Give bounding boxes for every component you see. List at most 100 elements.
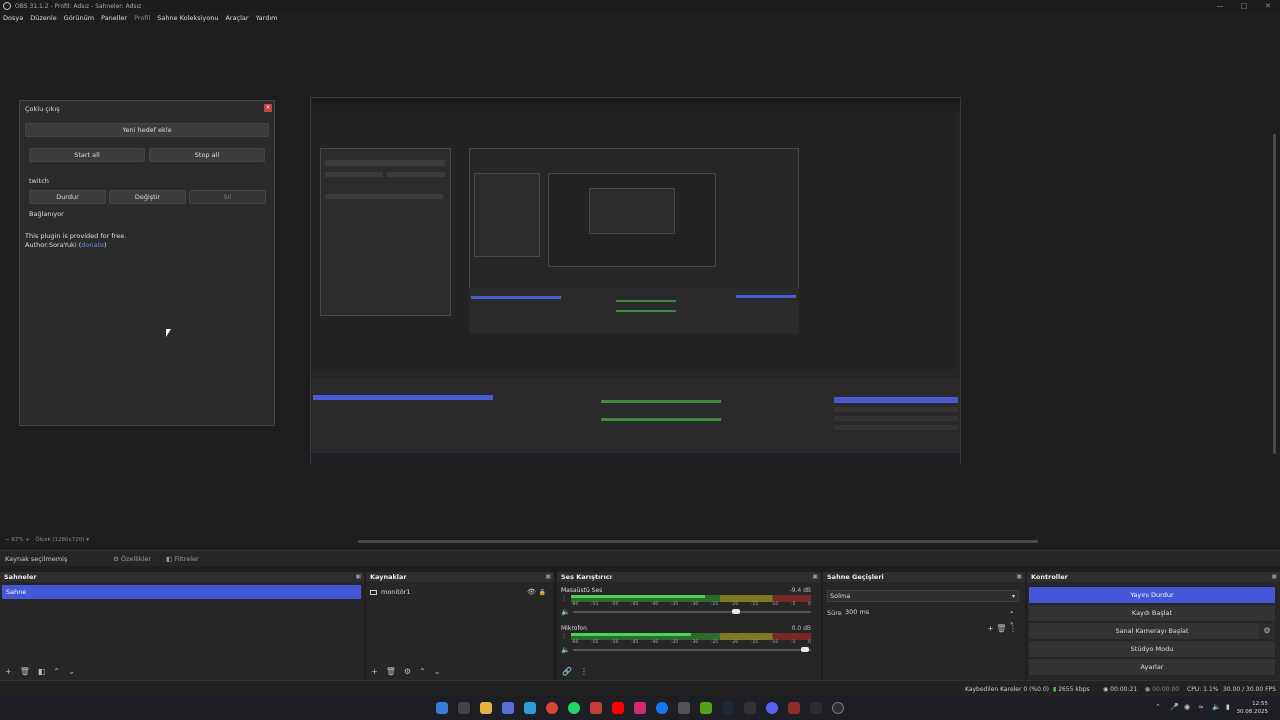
chrome-icon[interactable] — [546, 702, 558, 714]
filter-icon[interactable]: ◧ — [38, 667, 46, 676]
dialog-close-icon[interactable]: ✕ — [264, 104, 272, 112]
steam-icon[interactable] — [722, 702, 734, 714]
instagram-icon[interactable] — [634, 702, 646, 714]
tray-app-icon[interactable]: ◉ — [1184, 703, 1190, 711]
delete-target-button[interactable]: Sil — [189, 190, 266, 204]
app-icon[interactable] — [678, 702, 690, 714]
menu-edit[interactable]: Düzenle — [30, 14, 56, 22]
stop-target-button[interactable]: Durdur — [29, 190, 106, 204]
add-icon[interactable]: + — [371, 667, 378, 676]
meter-tick: -30 — [690, 640, 699, 645]
calculator-icon[interactable] — [744, 702, 756, 714]
scrollbar-thumb[interactable] — [1273, 134, 1276, 454]
studio-mode-button[interactable]: Stüdyo Modu — [1029, 641, 1275, 657]
youtube-icon[interactable] — [612, 702, 624, 714]
source-item[interactable]: monitör1 👁 🔒 — [370, 587, 548, 598]
start-recording-button[interactable]: Kaydı Başlat — [1029, 605, 1275, 621]
stop-all-button[interactable]: Stop all — [149, 148, 265, 162]
undock-icon[interactable]: ▣ — [1016, 572, 1022, 582]
undock-icon[interactable]: ▣ — [812, 572, 818, 582]
duration-input[interactable]: 300 ms ▴ ▾ — [843, 606, 1015, 627]
menu-tools[interactable]: Araçlar — [225, 14, 248, 22]
mic-tray-icon[interactable]: 🎤 — [1170, 703, 1179, 711]
discord-icon[interactable] — [766, 702, 778, 714]
minimize-icon[interactable]: — — [1208, 0, 1232, 12]
move-up-icon[interactable]: ⌃ — [53, 667, 60, 676]
title-bar: OBS 31.1.2 - Profil: Adsız - Sahneler: A… — [0, 0, 1280, 12]
store-icon[interactable] — [502, 702, 514, 714]
virtual-camera-button[interactable]: Sanal Kamerayı Başlat ⚙ — [1029, 623, 1275, 639]
trash-icon[interactable]: 🗑 — [996, 624, 1006, 633]
preview-vertical-scrollbar[interactable] — [1270, 24, 1280, 536]
meter-tick: -5 — [790, 640, 796, 645]
volume-slider[interactable] — [573, 609, 811, 614]
move-down-icon[interactable]: ⌄ — [434, 667, 441, 676]
system-clock[interactable]: 12:55 30.08.2025 — [1237, 700, 1269, 716]
volume-icon[interactable]: 🔈 — [1212, 703, 1221, 711]
add-icon[interactable]: + — [5, 667, 12, 676]
edit-target-button[interactable]: Değiştir — [109, 190, 186, 204]
whatsapp-icon[interactable] — [568, 702, 580, 714]
menu-view[interactable]: Görünüm — [64, 14, 94, 22]
channel-menu-icon[interactable]: ⋮ — [561, 595, 567, 602]
filters-button[interactable]: ◧ Filtreler — [166, 555, 199, 563]
windows-start-icon[interactable] — [436, 702, 448, 714]
undock-icon[interactable]: ▣ — [355, 572, 361, 582]
close-icon[interactable]: ✕ — [1256, 0, 1280, 12]
menu-dots-icon[interactable]: ⋮ — [580, 667, 588, 676]
undock-icon[interactable]: ▣ — [545, 572, 551, 582]
speaker-icon[interactable]: 🔈 — [561, 646, 570, 654]
meter-tick: -55 — [590, 602, 599, 607]
tray-chevron-icon[interactable]: ⌃ — [1155, 703, 1161, 711]
slider-knob[interactable] — [731, 609, 740, 614]
menu-file[interactable]: Dosya — [3, 14, 23, 22]
maximize-icon[interactable]: □ — [1232, 0, 1256, 12]
meter-tick: -35 — [670, 602, 679, 607]
add-target-button[interactable]: Yeni hedef ekle — [25, 123, 269, 137]
stop-streaming-button[interactable]: Yayını Durdur — [1029, 587, 1275, 603]
move-down-icon[interactable]: ⌄ — [68, 667, 75, 676]
kick-icon[interactable] — [700, 702, 712, 714]
menu-dots-icon[interactable]: ⋮ — [1009, 624, 1017, 633]
edge-icon[interactable] — [524, 702, 536, 714]
lock-icon[interactable]: 🔒 — [539, 587, 546, 598]
meter-tick: -25 — [710, 640, 719, 645]
menu-profile[interactable]: Profil — [134, 14, 150, 22]
preview-horizontal-scrollbar[interactable] — [358, 540, 1038, 543]
slider-knob[interactable] — [800, 647, 809, 652]
link-icon[interactable]: 🔗 — [562, 667, 572, 676]
gmail-icon[interactable] — [590, 702, 602, 714]
donate-link[interactable]: donate — [81, 241, 104, 249]
wifi-icon[interactable]: ≈ — [1198, 703, 1204, 711]
trash-icon[interactable]: 🗑 — [20, 667, 30, 676]
menu-docks[interactable]: Paneller — [101, 14, 127, 22]
app-icon-2[interactable] — [788, 702, 800, 714]
add-icon[interactable]: + — [987, 624, 994, 633]
gear-icon[interactable]: ⚙ — [404, 667, 411, 676]
battery-icon[interactable]: ▮ — [1226, 703, 1230, 711]
menu-scene-collection[interactable]: Sahne Koleksiyonu — [157, 14, 218, 22]
audio-mixer-dock: Ses Karıştırıcı ▣ Masaüstü Ses -9.4 dB ⋮ … — [557, 572, 821, 680]
move-up-icon[interactable]: ⌃ — [419, 667, 426, 676]
dialog-title: Çoklu çıkış — [25, 105, 60, 113]
trash-icon[interactable]: 🗑 — [386, 667, 396, 676]
file-explorer-icon[interactable] — [480, 702, 492, 714]
menu-help[interactable]: Yardım — [256, 14, 278, 22]
properties-button[interactable]: ⚙ Özellikler — [113, 555, 151, 563]
eye-icon[interactable]: 👁 — [527, 587, 536, 598]
meter-tick: -20 — [730, 640, 739, 645]
gear-icon[interactable]: ⚙ — [1259, 623, 1275, 639]
volume-slider[interactable] — [573, 647, 811, 652]
canvas-scale[interactable]: Ölçek (1280x720) — [35, 537, 84, 543]
settings-button[interactable]: Ayarlar — [1029, 659, 1275, 675]
search-icon[interactable] — [458, 702, 470, 714]
speaker-icon[interactable]: 🔈 — [561, 608, 570, 616]
obs-taskbar-icon[interactable] — [832, 702, 844, 714]
start-all-button[interactable]: Start all — [29, 148, 145, 162]
channel-menu-icon[interactable]: ⋮ — [561, 633, 567, 640]
undock-icon[interactable]: ▣ — [1271, 572, 1277, 582]
scene-item[interactable]: Sahne — [2, 585, 361, 599]
transition-select[interactable]: Solma ▾ — [827, 590, 1019, 602]
capcut-icon[interactable] — [810, 702, 822, 714]
facebook-icon[interactable] — [656, 702, 668, 714]
